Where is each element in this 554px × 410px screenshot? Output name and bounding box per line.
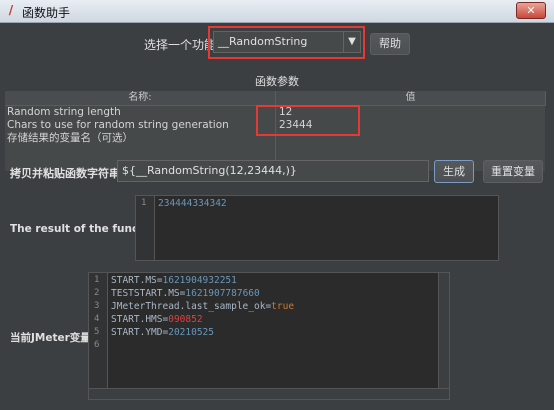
variable-line: START.HMS=090852 <box>111 314 203 325</box>
highlight-param-values <box>256 105 360 136</box>
line-number: 6 <box>94 340 100 350</box>
variable-key: TESTSTART.MS <box>111 288 180 299</box>
variable-line: START.YMD=20210525 <box>111 327 214 338</box>
line-number: 5 <box>94 327 100 337</box>
highlight-function-dropdown <box>208 26 365 59</box>
generate-button[interactable]: 生成 <box>434 160 474 183</box>
variable-key: JMeterThread.last_sample_ok <box>111 301 266 312</box>
function-string-value: ${__RandomString(12,23444,)} <box>122 164 297 177</box>
variable-value: 090852 <box>168 314 203 325</box>
variables-editor[interactable]: 1 START.MS=1621904932251 2 TESTSTART.MS=… <box>88 272 450 400</box>
variable-line: JMeterThread.last_sample_ok=true <box>111 301 295 312</box>
param-name-cell[interactable]: 存储结果的变量名（可选） <box>7 132 133 144</box>
line-number: 2 <box>94 288 100 298</box>
function-select-label: 选择一个功能 <box>144 38 217 52</box>
jmeter-app-icon: / <box>8 3 14 17</box>
variable-value: 1621904932251 <box>162 275 237 286</box>
line-number: 3 <box>94 301 100 311</box>
variable-line: TESTSTART.MS=1621907787660 <box>111 288 260 299</box>
param-value-header: 值 <box>276 91 546 106</box>
close-button[interactable]: ✕ <box>516 2 546 19</box>
result-value: 234444334342 <box>158 198 227 209</box>
window-title: 函数助手 <box>22 6 71 20</box>
title-bar: / 函数助手 ✕ <box>0 0 554 23</box>
help-button[interactable]: 帮助 <box>370 33 410 55</box>
variable-key: START.YMD <box>111 327 163 338</box>
line-number: 1 <box>94 275 100 285</box>
param-name-cell[interactable]: Random string length <box>7 106 121 118</box>
variable-value: true <box>271 301 295 312</box>
variable-value: 20210525 <box>168 327 214 338</box>
params-title: 函数参数 <box>255 75 299 88</box>
reset-variables-button[interactable]: 重置变量 <box>483 160 543 183</box>
variable-value: 1621907787660 <box>185 288 260 299</box>
variable-line: START.MS=1621904932251 <box>111 275 237 286</box>
variable-key: START.MS <box>111 275 157 286</box>
param-name-header: 名称: <box>5 91 276 106</box>
copy-function-label: 拷贝并粘贴函数字符串 <box>10 167 120 180</box>
variable-key: START.HMS <box>111 314 163 325</box>
function-string-field[interactable]: ${__RandomString(12,23444,)} <box>117 160 429 182</box>
function-helper-panel: 选择一个功能 __RandomString ▼ 帮助 函数参数 名称: 值 Ra… <box>0 23 554 410</box>
vertical-scrollbar[interactable] <box>438 273 449 399</box>
line-number: 1 <box>141 198 147 208</box>
result-editor[interactable]: 1 234444334342 <box>135 195 499 261</box>
jmeter-variables-label: 当前JMeter变量 <box>10 332 91 344</box>
line-number: 4 <box>94 314 100 324</box>
horizontal-scrollbar[interactable] <box>89 388 449 399</box>
param-name-cell[interactable]: Chars to use for random string generatio… <box>7 119 229 131</box>
